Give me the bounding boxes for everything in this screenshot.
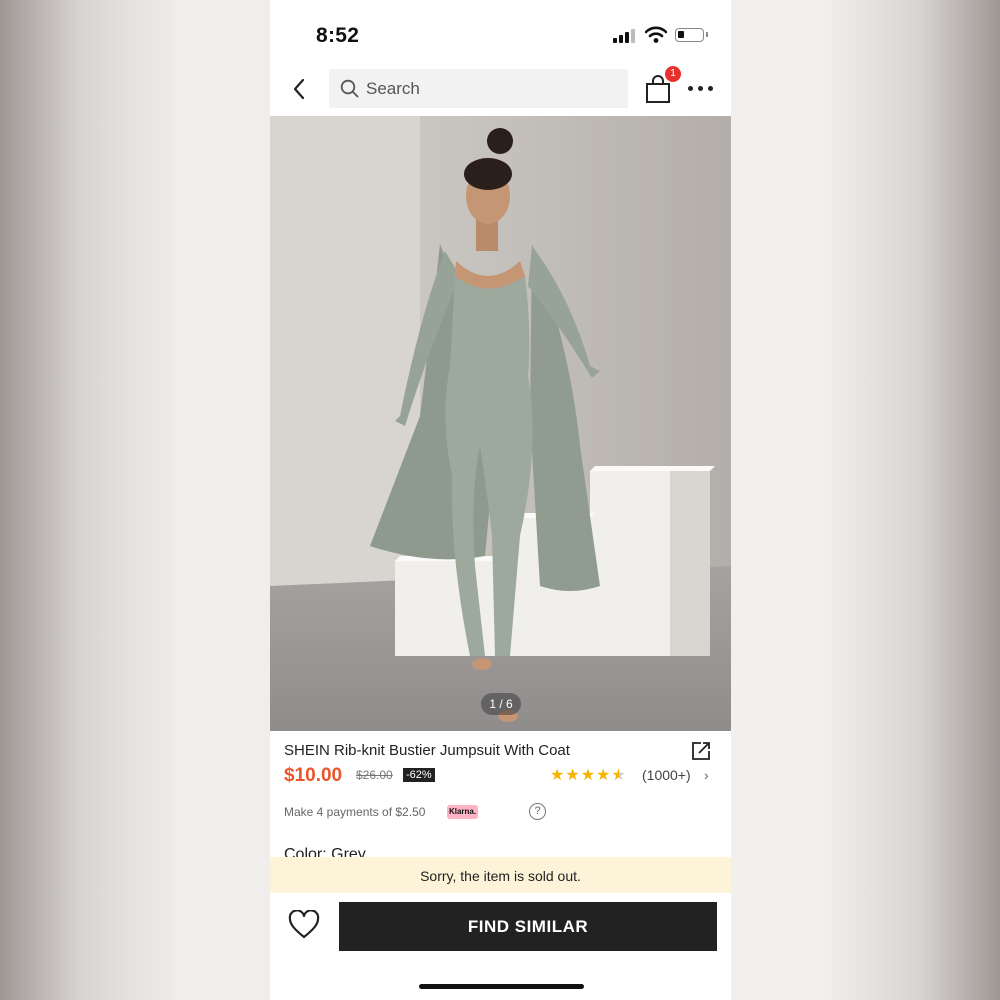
discount-badge: -62% (403, 768, 435, 782)
status-bar: 8:52 (270, 0, 731, 64)
product-photo-illustration (270, 116, 731, 731)
product-image[interactable]: 1 / 6 (270, 116, 731, 731)
original-price: $26.00 (356, 768, 393, 782)
search-input[interactable]: Search (329, 69, 628, 108)
cellular-signal-icon (613, 29, 639, 43)
sold-out-notice: Sorry, the item is sold out. (270, 857, 731, 893)
chevron-right-icon[interactable]: › (704, 767, 709, 783)
cart-count-badge: 1 (665, 66, 681, 82)
more-options-icon[interactable] (688, 86, 714, 92)
rating-stars-icon[interactable]: ★★★★★ (550, 765, 627, 785)
help-icon[interactable]: ? (529, 803, 546, 820)
find-similar-button[interactable]: FIND SIMILAR (339, 902, 717, 951)
review-count[interactable]: (1000+) (642, 767, 691, 783)
search-placeholder: Search (366, 79, 420, 98)
status-time: 8:52 (316, 24, 360, 47)
phone-screen: 8:52 Search 1 1 / 6 SHEIN Rib-knit Busti… (270, 0, 731, 1000)
back-icon[interactable] (288, 76, 312, 102)
product-title: SHEIN Rib-knit Bustier Jumpsuit With Coa… (284, 742, 570, 759)
wifi-icon (645, 26, 667, 43)
image-counter: 1 / 6 (481, 693, 521, 715)
color-label: Color: Grey (284, 846, 366, 857)
sale-price: $10.00 (284, 765, 343, 786)
klarna-logo: Klarna. (447, 805, 478, 819)
battery-icon (675, 28, 708, 42)
wishlist-heart-icon[interactable] (288, 910, 320, 940)
home-indicator[interactable] (419, 984, 584, 989)
share-icon[interactable] (690, 740, 712, 762)
installments-text: Make 4 payments of $2.50 (284, 805, 426, 819)
search-icon (340, 79, 359, 98)
